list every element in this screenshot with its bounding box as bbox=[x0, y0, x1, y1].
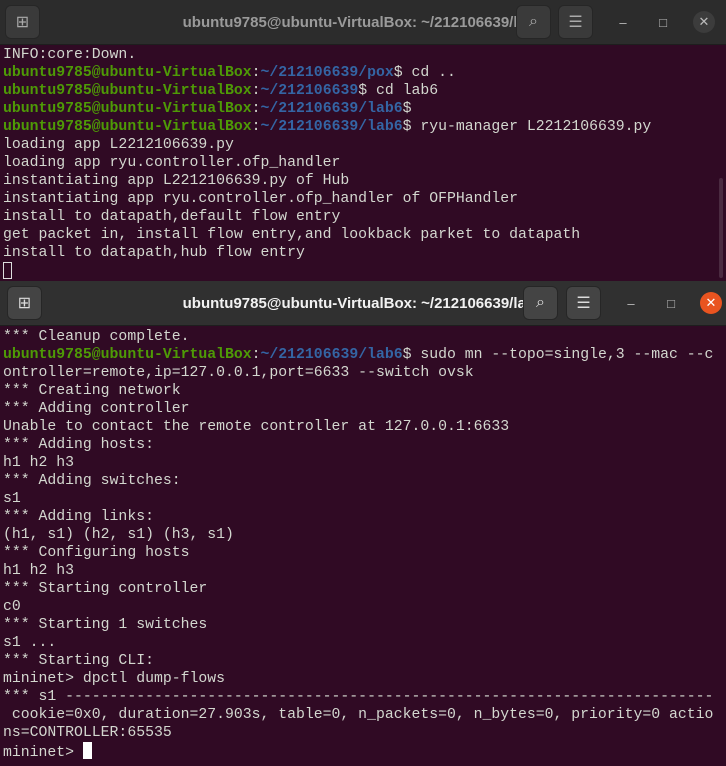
terminal-line: install to datapath,default flow entry bbox=[3, 209, 341, 225]
bottom-terminal-window[interactable]: ⊞ ubuntu9785@ubuntu-VirtualBox: ~/212106… bbox=[0, 281, 726, 766]
prompt-colon: : bbox=[251, 347, 261, 363]
terminal-input-line: mininet> bbox=[3, 742, 713, 762]
terminal-line: Unable to contact the remote controller … bbox=[3, 419, 510, 435]
minimize-icon[interactable]: – bbox=[612, 11, 634, 33]
terminal-line: ubuntu9785@ubuntu-VirtualBox:~/212106639… bbox=[3, 100, 651, 118]
terminal-input-line bbox=[3, 262, 651, 281]
terminal-line: *** Cleanup complete. bbox=[3, 329, 190, 345]
prompt-colon: : bbox=[251, 119, 261, 135]
search-icon[interactable]: ⌕ bbox=[516, 5, 551, 39]
terminal-line: instantiating app ryu.controller.ofp_han… bbox=[3, 191, 519, 207]
prompt-path: ~/212106639/lab6 bbox=[260, 119, 403, 135]
terminal-line: *** s1 ---------------------------------… bbox=[3, 689, 714, 705]
terminal-line: *** Creating network bbox=[3, 383, 181, 399]
minimize-icon[interactable]: – bbox=[620, 292, 642, 314]
prompt-path: ~/212106639/pox bbox=[260, 65, 394, 81]
terminal-line: s1 ... bbox=[3, 635, 57, 651]
prompt-user: ubuntu9785@ubuntu-VirtualBox bbox=[3, 65, 252, 81]
scrollbar[interactable] bbox=[719, 178, 723, 278]
terminal-line: INFO:core:Down. bbox=[3, 47, 137, 63]
close-icon[interactable]: ✕ bbox=[693, 11, 715, 33]
terminal-line: s1 bbox=[3, 491, 21, 507]
prompt-user: ubuntu9785@ubuntu-VirtualBox bbox=[3, 119, 252, 135]
command-text: $ bbox=[402, 101, 412, 117]
prompt-path: ~/212106639 bbox=[260, 83, 359, 99]
maximize-icon[interactable]: □ bbox=[660, 292, 682, 314]
terminal-output[interactable]: INFO:core:Down. ubuntu9785@ubuntu-Virtual… bbox=[3, 46, 651, 281]
terminal-line: cookie=0x0, duration=27.903s, table=0, n… bbox=[3, 707, 714, 723]
prompt-colon: : bbox=[251, 101, 261, 117]
terminal-line: loading app ryu.controller.ofp_handler bbox=[3, 155, 341, 171]
terminal-line: ubuntu9785@ubuntu-VirtualBox:~/212106639… bbox=[3, 64, 651, 82]
window-title: ubuntu9785@ubuntu-VirtualBox: ~/21210663… bbox=[182, 295, 544, 312]
search-icon[interactable]: ⌕ bbox=[523, 286, 558, 320]
terminal-line: instantiating app L2212106639.py of Hub bbox=[3, 173, 350, 189]
terminal-line: ontroller=remote,ip=127.0.0.1,port=6633 … bbox=[3, 365, 474, 381]
terminal-line: *** Adding switches: bbox=[3, 473, 181, 489]
hamburger-icon[interactable]: ☰ bbox=[558, 5, 593, 39]
maximize-icon[interactable]: □ bbox=[652, 11, 674, 33]
cursor bbox=[3, 262, 12, 279]
terminal-line: c0 bbox=[3, 599, 21, 615]
terminal-line: h1 h2 h3 bbox=[3, 563, 75, 579]
terminal-line: *** Starting 1 switches bbox=[3, 617, 208, 633]
terminal-line: *** Adding links: bbox=[3, 509, 154, 525]
terminal-line: h1 h2 h3 bbox=[3, 455, 75, 471]
hamburger-icon[interactable]: ☰ bbox=[566, 286, 601, 320]
prompt-path: ~/212106639/lab6 bbox=[260, 347, 403, 363]
terminal-line: *** Configuring hosts bbox=[3, 545, 190, 561]
command-text: $ cd .. bbox=[393, 65, 456, 81]
terminal-line: ubuntu9785@ubuntu-VirtualBox:~/212106639… bbox=[3, 118, 651, 136]
title-bar[interactable]: ⊞ ubuntu9785@ubuntu-VirtualBox: ~/212106… bbox=[0, 281, 726, 326]
terminal-output[interactable]: *** Cleanup complete. ubuntu9785@ubuntu-V… bbox=[3, 328, 713, 762]
terminal-line: loading app L2212106639.py bbox=[3, 137, 234, 153]
terminal-line: *** Adding hosts: bbox=[3, 437, 154, 453]
command-text: $ sudo mn --topo=single,3 --mac --c bbox=[402, 347, 714, 363]
prompt-user: ubuntu9785@ubuntu-VirtualBox bbox=[3, 347, 252, 363]
prompt-text: mininet> bbox=[3, 745, 83, 761]
prompt-user: ubuntu9785@ubuntu-VirtualBox bbox=[3, 83, 252, 99]
terminal-line: (h1, s1) (h2, s1) (h3, s1) bbox=[3, 527, 234, 543]
terminal-line: ns=CONTROLLER:65535 bbox=[3, 725, 172, 741]
terminal-line: install to datapath,hub flow entry bbox=[3, 245, 305, 261]
terminal-line: *** Starting controller bbox=[3, 581, 208, 597]
prompt-colon: : bbox=[251, 83, 261, 99]
prompt-colon: : bbox=[251, 65, 261, 81]
terminal-line: *** Adding controller bbox=[3, 401, 190, 417]
title-bar[interactable]: ⊞ ubuntu9785@ubuntu-VirtualBox: ~/212106… bbox=[0, 0, 726, 45]
cursor bbox=[82, 742, 92, 759]
terminal-line: get packet in, install flow entry,and lo… bbox=[3, 227, 581, 243]
terminal-line: mininet> dpctl dump-flows bbox=[3, 671, 225, 687]
prompt-path: ~/212106639/lab6 bbox=[260, 101, 403, 117]
terminal-line: ubuntu9785@ubuntu-VirtualBox:~/212106639… bbox=[3, 346, 713, 364]
terminal-line: ubuntu9785@ubuntu-VirtualBox:~/212106639… bbox=[3, 82, 651, 100]
top-terminal-window[interactable]: ⊞ ubuntu9785@ubuntu-VirtualBox: ~/212106… bbox=[0, 0, 726, 281]
command-text: $ cd lab6 bbox=[358, 83, 439, 99]
command-text: $ ryu-manager L2212106639.py bbox=[402, 119, 652, 135]
prompt-user: ubuntu9785@ubuntu-VirtualBox bbox=[3, 101, 252, 117]
terminal-line: *** Starting CLI: bbox=[3, 653, 154, 669]
close-icon[interactable]: ✕ bbox=[700, 292, 722, 314]
